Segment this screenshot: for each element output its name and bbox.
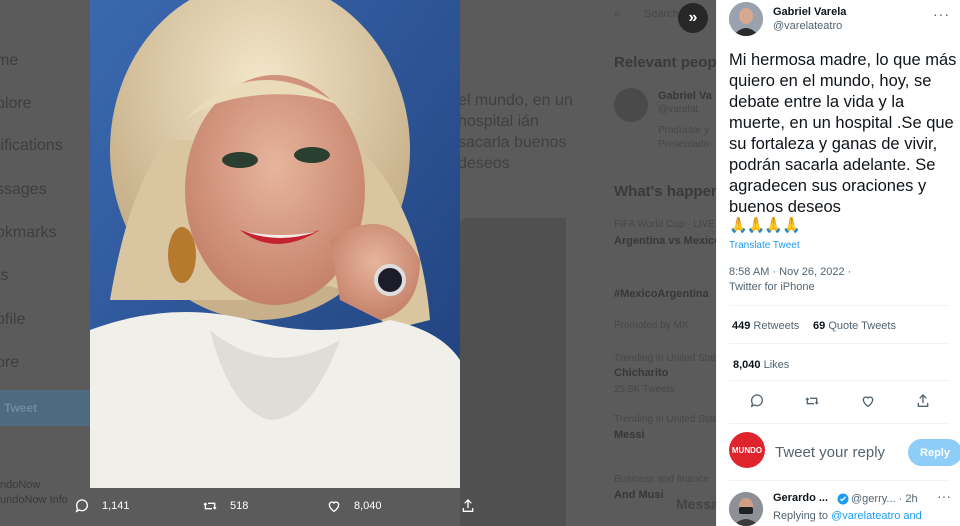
reply-avatar-image <box>729 492 763 526</box>
nav-more[interactable]: ore <box>0 354 19 372</box>
more-options-icon[interactable]: ··· <box>937 488 951 504</box>
replying-prefix: Replying to <box>773 510 829 522</box>
nav-explore[interactable]: plore <box>0 95 32 113</box>
retweets-count: 449 <box>732 320 751 332</box>
media-retweet-count: 518 <box>230 500 249 512</box>
expand-panel-button[interactable]: » <box>678 3 708 33</box>
nav-messages[interactable]: ssages <box>0 181 47 199</box>
reply-tweet[interactable]: Gerardo ... @gerry... · 2h ··· Replying … <box>729 488 960 526</box>
reply-icon <box>75 499 88 513</box>
more-options-icon[interactable]: ··· <box>933 6 950 22</box>
trend-count: 25.8K Tweets <box>614 384 675 395</box>
background-nav: me plore tifications ssages okmarks ts o… <box>0 0 90 526</box>
reply-author-handle[interactable]: @gerry... · 2h <box>851 493 918 505</box>
tweet-time[interactable]: 8:58 AM · Nov 26, 2022 · <box>729 265 851 280</box>
likes-label: Likes <box>763 359 790 371</box>
tweet-author[interactable]: Gabriel Varela @varelateatro <box>729 2 846 42</box>
retweet-icon[interactable] <box>804 393 820 414</box>
replying-to: Replying to @varelateatro and <box>773 510 922 522</box>
quotes-label: Quote Tweets <box>828 320 896 332</box>
trend-meta: Trending in United States <box>614 353 716 364</box>
reply-author-name[interactable]: Gerardo ... <box>773 492 828 504</box>
quotes-count: 69 <box>813 320 826 332</box>
nav-profile[interactable]: ofile <box>0 311 25 329</box>
divider <box>729 480 949 481</box>
relevant-avatar[interactable] <box>614 88 648 122</box>
translate-tweet-link[interactable]: Translate Tweet <box>729 240 800 251</box>
tweet-actions <box>717 393 960 413</box>
trend-item[interactable]: Argentina vs Mexico <box>614 235 716 247</box>
reply-author-avatar[interactable] <box>729 492 763 526</box>
tweet-nav-button[interactable]: Tweet <box>0 390 90 426</box>
author-handle[interactable]: @varelateatro <box>773 20 846 32</box>
tweet-detail-panel: Gabriel Varela @varelateatro ··· Mi herm… <box>716 0 960 526</box>
background-media-card <box>460 218 566 526</box>
trend-item[interactable]: Messi <box>614 429 645 441</box>
likes-count: 8,040 <box>733 359 761 371</box>
background-sidebar: ⌕ Search Relevant people Gabriel Va @var… <box>598 0 716 526</box>
tweet-timestamp: 8:58 AM · Nov 26, 2022 · Twitter for iPh… <box>729 265 851 295</box>
nav-lists[interactable]: ts <box>0 267 8 285</box>
author-avatar-image <box>729 2 763 36</box>
media-reply-count: 1,141 <box>102 500 130 512</box>
relevant-handle: @varelat <box>658 104 699 115</box>
nav-bookmarks[interactable]: okmarks <box>0 224 56 242</box>
trend-meta: Business and finance <box>614 474 710 485</box>
divider <box>729 305 949 306</box>
retweets-stat[interactable]: 449 Retweets <box>732 320 799 332</box>
likes-stat[interactable]: 8,040 Likes <box>733 359 789 371</box>
tweet-text: Mi hermosa madre, lo que más quiero en e… <box>729 51 957 216</box>
trend-meta: FIFA World Cup · LIVE <box>614 219 715 230</box>
author-avatar[interactable] <box>729 2 763 36</box>
heart-icon <box>328 501 340 513</box>
media-like-count: 8,040 <box>354 500 382 512</box>
nav-home[interactable]: me <box>0 52 18 70</box>
media-like-action[interactable]: 8,040 <box>326 498 382 514</box>
tweet-photo <box>90 0 460 488</box>
trend-meta: Trending in United States <box>614 414 716 425</box>
double-chevron-right-icon: » <box>688 9 698 26</box>
messages-drawer[interactable]: Messa <box>676 496 719 512</box>
praying-hands-emoji: 🙏🙏🙏🙏 <box>729 217 801 234</box>
share-icon <box>462 499 474 512</box>
search-icon: ⌕ <box>614 6 621 20</box>
search-input[interactable]: Search <box>644 8 679 20</box>
trend-item[interactable]: #MexicoArgentina <box>614 288 709 300</box>
trend-item[interactable]: Chicharito <box>614 367 668 379</box>
heart-icon[interactable] <box>860 393 876 414</box>
replying-to-link[interactable]: @varelateatro and <box>831 510 922 522</box>
nav-notifications[interactable]: tifications <box>0 137 63 155</box>
author-name[interactable]: Gabriel Varela <box>773 6 846 18</box>
divider <box>729 423 949 424</box>
relevant-name[interactable]: Gabriel Va <box>658 90 712 102</box>
share-icon[interactable] <box>915 393 931 414</box>
media-share-action[interactable] <box>460 498 488 514</box>
media-retweet-action[interactable]: 518 <box>202 498 248 514</box>
tweet-source: Twitter for iPhone <box>729 281 815 293</box>
media-reply-action[interactable]: 1,141 <box>74 498 130 514</box>
reply-composer: MUNDO Tweet your reply Reply <box>729 432 960 472</box>
whats-happening-heading: What's happening <box>614 183 716 200</box>
divider <box>729 380 949 381</box>
retweets-label: Retweets <box>753 320 800 332</box>
current-user-avatar[interactable]: MUNDO <box>729 432 765 468</box>
relevant-bio: Productor y Presentado <box>658 125 710 150</box>
quote-tweets-stat[interactable]: 69 Quote Tweets <box>813 320 896 332</box>
background-tweet-text: el mundo, en un hospital ián sacarla bue… <box>458 92 573 172</box>
reply-input[interactable]: Tweet your reply <box>775 444 885 461</box>
reply-icon[interactable] <box>749 393 765 414</box>
relevant-people-heading: Relevant people <box>614 54 716 71</box>
reply-button[interactable]: Reply <box>908 439 960 466</box>
trend-meta: Promoted by MX <box>614 320 689 331</box>
verified-badge-icon <box>837 492 849 510</box>
media-action-bar: 1,141 518 8,040 <box>0 488 716 526</box>
divider <box>729 343 949 344</box>
portrait-image <box>90 0 460 488</box>
retweet-icon <box>203 502 217 510</box>
